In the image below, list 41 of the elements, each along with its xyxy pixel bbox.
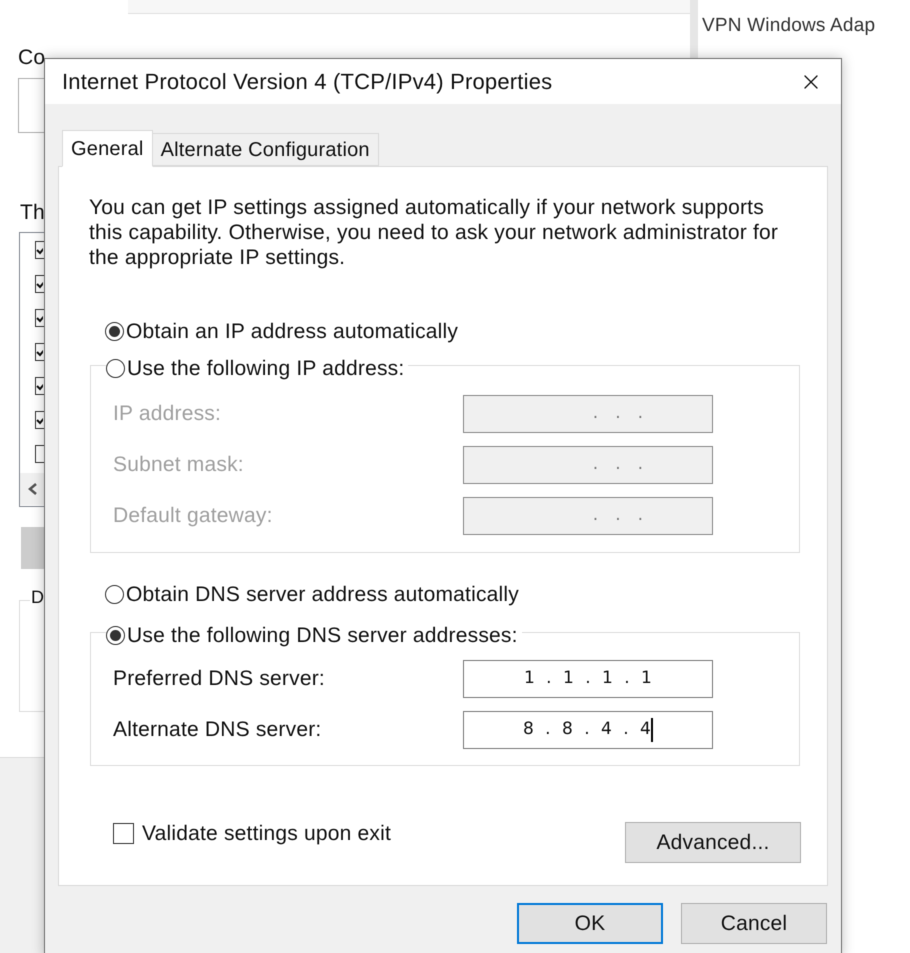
check-icon	[36, 415, 43, 425]
checkbox[interactable]	[35, 241, 44, 259]
checkbox[interactable]	[113, 823, 134, 844]
dialog-button[interactable]: OK	[517, 903, 663, 944]
tab[interactable]: General	[62, 130, 153, 167]
checkbox[interactable]	[35, 343, 44, 361]
ip-address-field[interactable]: 1 . 1 . 1 . 1	[463, 660, 713, 698]
check-icon	[36, 313, 43, 323]
dialog-button[interactable]: Cancel	[681, 903, 827, 944]
field-label: IP address:	[113, 400, 222, 427]
tab[interactable]: Alternate Configuration	[152, 133, 379, 166]
window-title: Internet Protocol Version 4 (TCP/IPv4) Properties	[62, 68, 554, 96]
radio-button[interactable]	[105, 322, 124, 342]
checkbox[interactable]	[35, 377, 44, 395]
option-label: Obtain DNS server address automatically	[126, 582, 519, 608]
field-label: Default gateway:	[113, 502, 274, 529]
checkbox[interactable]	[35, 445, 44, 463]
ip-address-field[interactable]: 8 . 8 . 4 . 4	[463, 711, 713, 749]
field-label: Subnet mask:	[113, 452, 245, 478]
checkbox[interactable]	[35, 411, 44, 429]
option-label: Obtain an IP address automatically	[126, 319, 458, 345]
checkbox[interactable]	[35, 275, 44, 293]
checkbox[interactable]	[35, 309, 44, 327]
radio-button[interactable]	[106, 358, 125, 378]
adapter-name: VPN Windows Adap	[702, 14, 876, 38]
scroll-left-icon[interactable]	[28, 483, 37, 495]
section-label: Co	[18, 45, 46, 71]
advanced-button[interactable]: Advanced...	[625, 822, 801, 863]
radio-button[interactable]	[105, 584, 124, 604]
field-label: Preferred DNS server:	[113, 666, 326, 692]
checkbox-label: Validate settings upon exit	[142, 820, 392, 847]
check-icon	[36, 381, 43, 391]
radio-button[interactable]	[106, 626, 125, 646]
option-label: Use the following IP address:	[127, 356, 404, 382]
check-icon	[36, 347, 43, 357]
description-text: You can get IP settings assigned automatically if your network supports this capability. Otherwise, you need to ask your network administrator for the appropriate IP settings.	[89, 195, 780, 270]
section-label: Th	[20, 200, 45, 226]
check-icon	[36, 245, 43, 255]
option-label: Use the following DNS server addresses:	[127, 623, 518, 649]
field-label: Alternate DNS server:	[113, 717, 322, 744]
check-icon	[36, 279, 43, 289]
